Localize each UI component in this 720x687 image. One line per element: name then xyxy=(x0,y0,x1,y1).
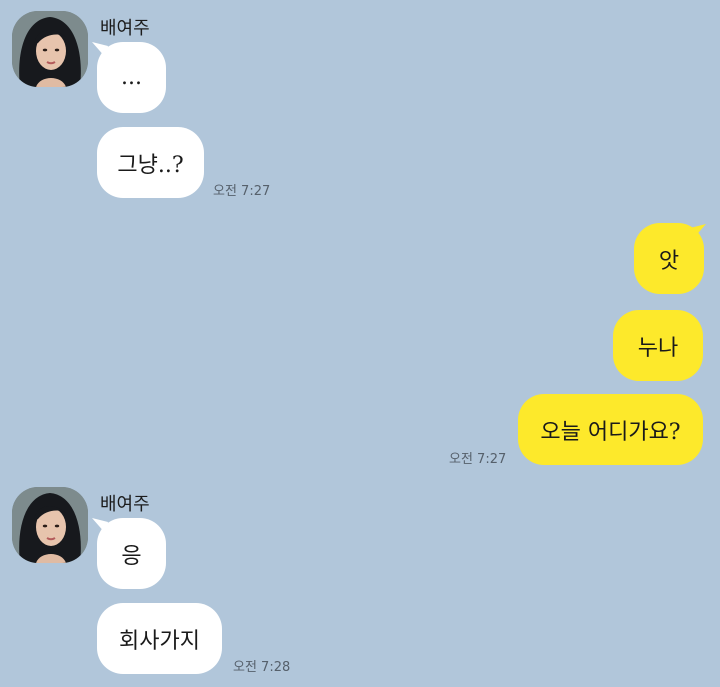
message-bubble[interactable]: 앗 xyxy=(634,223,704,294)
sender-name: 배여주 xyxy=(100,18,150,39)
message-timestamp: 오전 7:27 xyxy=(213,184,271,199)
avatar[interactable] xyxy=(12,487,88,563)
profile-photo-icon xyxy=(12,11,88,87)
message-bubble[interactable]: 누나 xyxy=(613,310,703,381)
message-timestamp: 오전 7:28 xyxy=(233,660,291,675)
message-bubble[interactable]: 오늘 어디가요? xyxy=(518,394,703,465)
message-text: 앗 xyxy=(658,248,680,274)
message-text: 오늘 어디가요? xyxy=(540,419,681,445)
message-bubble[interactable]: 응 xyxy=(97,518,166,589)
profile-photo-icon xyxy=(12,487,88,563)
message-bubble[interactable]: 그냥..? xyxy=(97,127,204,198)
message-text: ... xyxy=(121,65,142,90)
message-text: 응 xyxy=(121,543,142,569)
avatar[interactable] xyxy=(12,11,88,87)
message-text: 회사가지 xyxy=(119,628,200,654)
message-text: 누나 xyxy=(637,335,679,361)
sender-name: 배여주 xyxy=(100,494,150,515)
message-timestamp: 오전 7:27 xyxy=(449,452,507,467)
message-bubble[interactable]: 회사가지 xyxy=(97,603,222,674)
message-bubble[interactable]: ... xyxy=(97,42,166,113)
message-text: 그냥..? xyxy=(117,152,184,178)
